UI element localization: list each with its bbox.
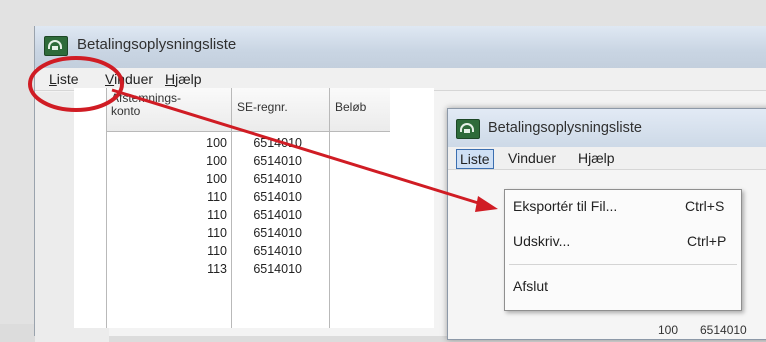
annotation-arrow — [111, 88, 489, 208]
annotation-arrowhead — [475, 196, 498, 212]
annotation-circle — [28, 56, 124, 112]
annotation-overlay — [28, 56, 498, 212]
peek-row-konto: 100 — [658, 323, 679, 337]
peek-row-se-regnr: 6514010 — [700, 323, 747, 337]
